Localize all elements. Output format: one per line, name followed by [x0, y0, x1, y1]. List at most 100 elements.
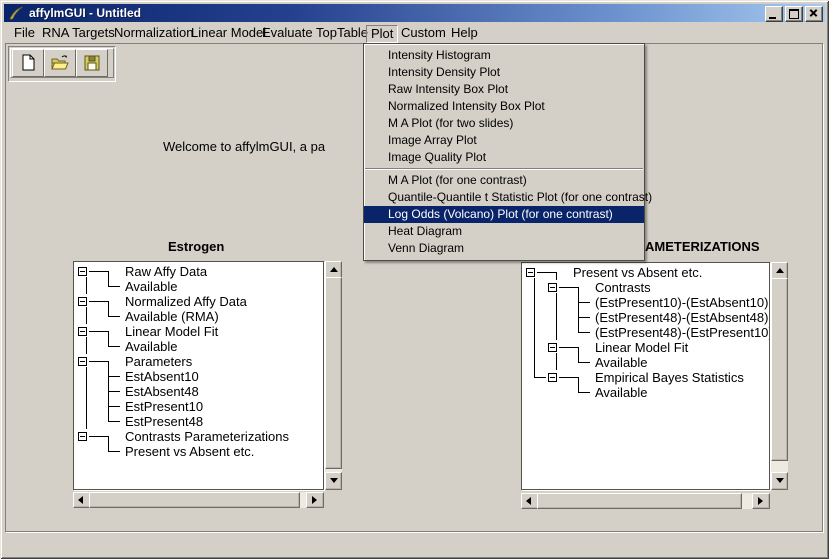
tree-row[interactable]: Linear Model Fit	[76, 324, 323, 339]
plot-menu-item-raw-intensity-box-plot[interactable]: Raw Intensity Box Plot	[364, 81, 644, 98]
plot-menu-item-image-array-plot[interactable]: Image Array Plot	[364, 132, 644, 149]
tree-row[interactable]: EstAbsent48	[76, 384, 323, 399]
tree-row[interactable]: Present vs Absent etc.	[76, 444, 323, 459]
maximize-button[interactable]	[785, 6, 803, 22]
tree-node-contrasts[interactable]: Contrasts	[590, 280, 651, 295]
expand-toggle-icon[interactable]	[548, 373, 557, 382]
tree-node-empirical-bayes-statistics[interactable]: Empirical Bayes Statistics	[590, 370, 744, 385]
tree-row[interactable]: Empirical Bayes Statistics	[524, 370, 769, 385]
right-tree-box[interactable]: Present vs Absent etc.Contrasts(EstPrese…	[521, 262, 770, 490]
left-tree-horizontal-scrollbar[interactable]	[73, 492, 324, 508]
tree-node-estpresent10[interactable]: EstPresent10	[120, 399, 203, 414]
expand-toggle-icon[interactable]	[78, 432, 87, 441]
tree-node-estpresent10-estabsent10[interactable]: (EstPresent10)-(EstAbsent10)	[590, 295, 768, 310]
tree-node-present-vs-absent-etc[interactable]: Present vs Absent etc.	[568, 265, 702, 280]
tree-row[interactable]: EstPresent10	[76, 399, 323, 414]
tree-node-available[interactable]: Available	[590, 385, 648, 400]
tree-row[interactable]: Available	[76, 339, 323, 354]
plot-menu-item-image-quality-plot[interactable]: Image Quality Plot	[364, 149, 644, 166]
expand-toggle-icon[interactable]	[78, 267, 87, 276]
plot-menu-item-m-a-plot-for-one-contrast[interactable]: M A Plot (for one contrast)	[364, 172, 644, 189]
right-tree: Present vs Absent etc.Contrasts(EstPrese…	[524, 265, 769, 489]
scroll-down-button[interactable]	[771, 472, 788, 490]
save-floppy-icon	[82, 53, 102, 73]
scrollbar-thumb[interactable]	[89, 492, 300, 508]
tree-row[interactable]: (EstPresent48)-(EstPresent10)	[524, 325, 769, 340]
tree-row[interactable]: Available	[524, 385, 769, 400]
plot-menu-item-heat-diagram[interactable]: Heat Diagram	[364, 223, 644, 240]
menubar-item-help[interactable]: Help	[446, 25, 483, 41]
tree-row[interactable]: (EstPresent10)-(EstAbsent10)	[524, 295, 769, 310]
right-tree-header: AMETERIZATIONS	[645, 239, 760, 254]
menubar-item-toptable[interactable]: TopTable	[311, 25, 373, 41]
right-tree-horizontal-scrollbar[interactable]	[521, 493, 770, 509]
plot-menu-item-intensity-density-plot[interactable]: Intensity Density Plot	[364, 64, 644, 81]
tree-row[interactable]: (EstPresent48)-(EstAbsent48)	[524, 310, 769, 325]
left-tree-box[interactable]: Raw Affy DataAvailableNormalized Affy Da…	[73, 261, 324, 490]
tree-row[interactable]: EstAbsent10	[76, 369, 323, 384]
tree-node-estpresent48[interactable]: EstPresent48	[120, 414, 203, 429]
menubar-item-file[interactable]: File	[9, 25, 40, 41]
new-file-button[interactable]	[12, 49, 44, 77]
tree-row[interactable]: Raw Affy Data	[76, 264, 323, 279]
app-window: affylmGUI - Untitled FileRNA Targets Norm…	[0, 0, 829, 559]
tree-node-available-rma[interactable]: Available (RMA)	[120, 309, 219, 324]
scroll-right-button[interactable]	[752, 493, 770, 509]
plot-menu-item-m-a-plot-for-two-slides[interactable]: M A Plot (for two slides)	[364, 115, 644, 132]
tree-row[interactable]: Available	[76, 279, 323, 294]
menubar-item-custom[interactable]: Custom	[396, 25, 451, 41]
tree-node-estpresent48-estpresent10[interactable]: (EstPresent48)-(EstPresent10)	[590, 325, 770, 340]
menubar-item-evaluate[interactable]: Evaluate	[257, 25, 318, 41]
tree-node-normalized-affy-data[interactable]: Normalized Affy Data	[120, 294, 247, 309]
tree-row[interactable]: Parameters	[76, 354, 323, 369]
toolbar	[8, 46, 116, 82]
tree-node-estabsent48[interactable]: EstAbsent48	[120, 384, 199, 399]
expand-toggle-icon[interactable]	[78, 357, 87, 366]
tree-row[interactable]: Available	[524, 355, 769, 370]
tree-node-available[interactable]: Available	[590, 355, 648, 370]
expand-toggle-icon[interactable]	[548, 343, 557, 352]
plot-menu-item-venn-diagram[interactable]: Venn Diagram	[364, 240, 644, 257]
tree-row[interactable]: Available (RMA)	[76, 309, 323, 324]
tree-row[interactable]: Contrasts Parameterizations	[76, 429, 323, 444]
menubar-item-rna-targets[interactable]: RNA Targets	[37, 25, 120, 41]
expand-toggle-icon[interactable]	[548, 283, 557, 292]
tree-node-linear-model-fit[interactable]: Linear Model Fit	[120, 324, 218, 339]
tree-node-present-vs-absent-etc[interactable]: Present vs Absent etc.	[120, 444, 254, 459]
titlebar[interactable]: affylmGUI - Untitled	[4, 4, 825, 22]
left-tree: Raw Affy DataAvailableNormalized Affy Da…	[76, 264, 323, 489]
plot-menu-item-quantile-quantile-t-statistic-plot-for-one-contrast[interactable]: Quantile-Quantile t Statistic Plot (for …	[364, 189, 644, 206]
tree-row[interactable]: Contrasts	[524, 280, 769, 295]
expand-toggle-icon[interactable]	[78, 327, 87, 336]
plot-menu-item-normalized-intensity-box-plot[interactable]: Normalized Intensity Box Plot	[364, 98, 644, 115]
tree-node-raw-affy-data[interactable]: Raw Affy Data	[120, 264, 207, 279]
left-tree-vertical-scrollbar[interactable]	[325, 261, 342, 490]
menubar-item-plot[interactable]: Plot	[366, 25, 398, 43]
tree-node-parameters[interactable]: Parameters	[120, 354, 192, 369]
tree-row[interactable]: Normalized Affy Data	[76, 294, 323, 309]
tree-row[interactable]: Present vs Absent etc.	[524, 265, 769, 280]
tree-node-linear-model-fit[interactable]: Linear Model Fit	[590, 340, 688, 355]
tree-node-estpresent48-estabsent48[interactable]: (EstPresent48)-(EstAbsent48)	[590, 310, 768, 325]
scrollbar-thumb[interactable]	[537, 493, 742, 509]
scroll-right-button[interactable]	[306, 492, 324, 508]
tree-node-contrasts-parameterizations[interactable]: Contrasts Parameterizations	[120, 429, 289, 444]
right-tree-vertical-scrollbar[interactable]	[771, 262, 788, 490]
tree-row[interactable]: Linear Model Fit	[524, 340, 769, 355]
open-file-button[interactable]	[44, 49, 76, 77]
tree-node-estabsent10[interactable]: EstAbsent10	[120, 369, 199, 384]
plot-menu-item-intensity-histogram[interactable]: Intensity Histogram	[364, 47, 644, 64]
expand-toggle-icon[interactable]	[78, 297, 87, 306]
close-button[interactable]	[805, 6, 823, 22]
plot-menu-item-log-odds-volcano-plot-for-one-contrast[interactable]: Log Odds (Volcano) Plot (for one contras…	[364, 206, 644, 223]
tree-row[interactable]: EstPresent48	[76, 414, 323, 429]
minimize-button[interactable]	[765, 6, 783, 22]
tree-node-available[interactable]: Available	[120, 279, 178, 294]
arrow-down-icon	[330, 478, 338, 483]
expand-toggle-icon[interactable]	[526, 268, 535, 277]
save-file-button[interactable]	[76, 49, 108, 77]
scrollbar-thumb[interactable]	[325, 277, 342, 469]
scroll-down-button[interactable]	[325, 472, 342, 490]
tree-node-available[interactable]: Available	[120, 339, 178, 354]
scrollbar-thumb[interactable]	[771, 278, 788, 461]
